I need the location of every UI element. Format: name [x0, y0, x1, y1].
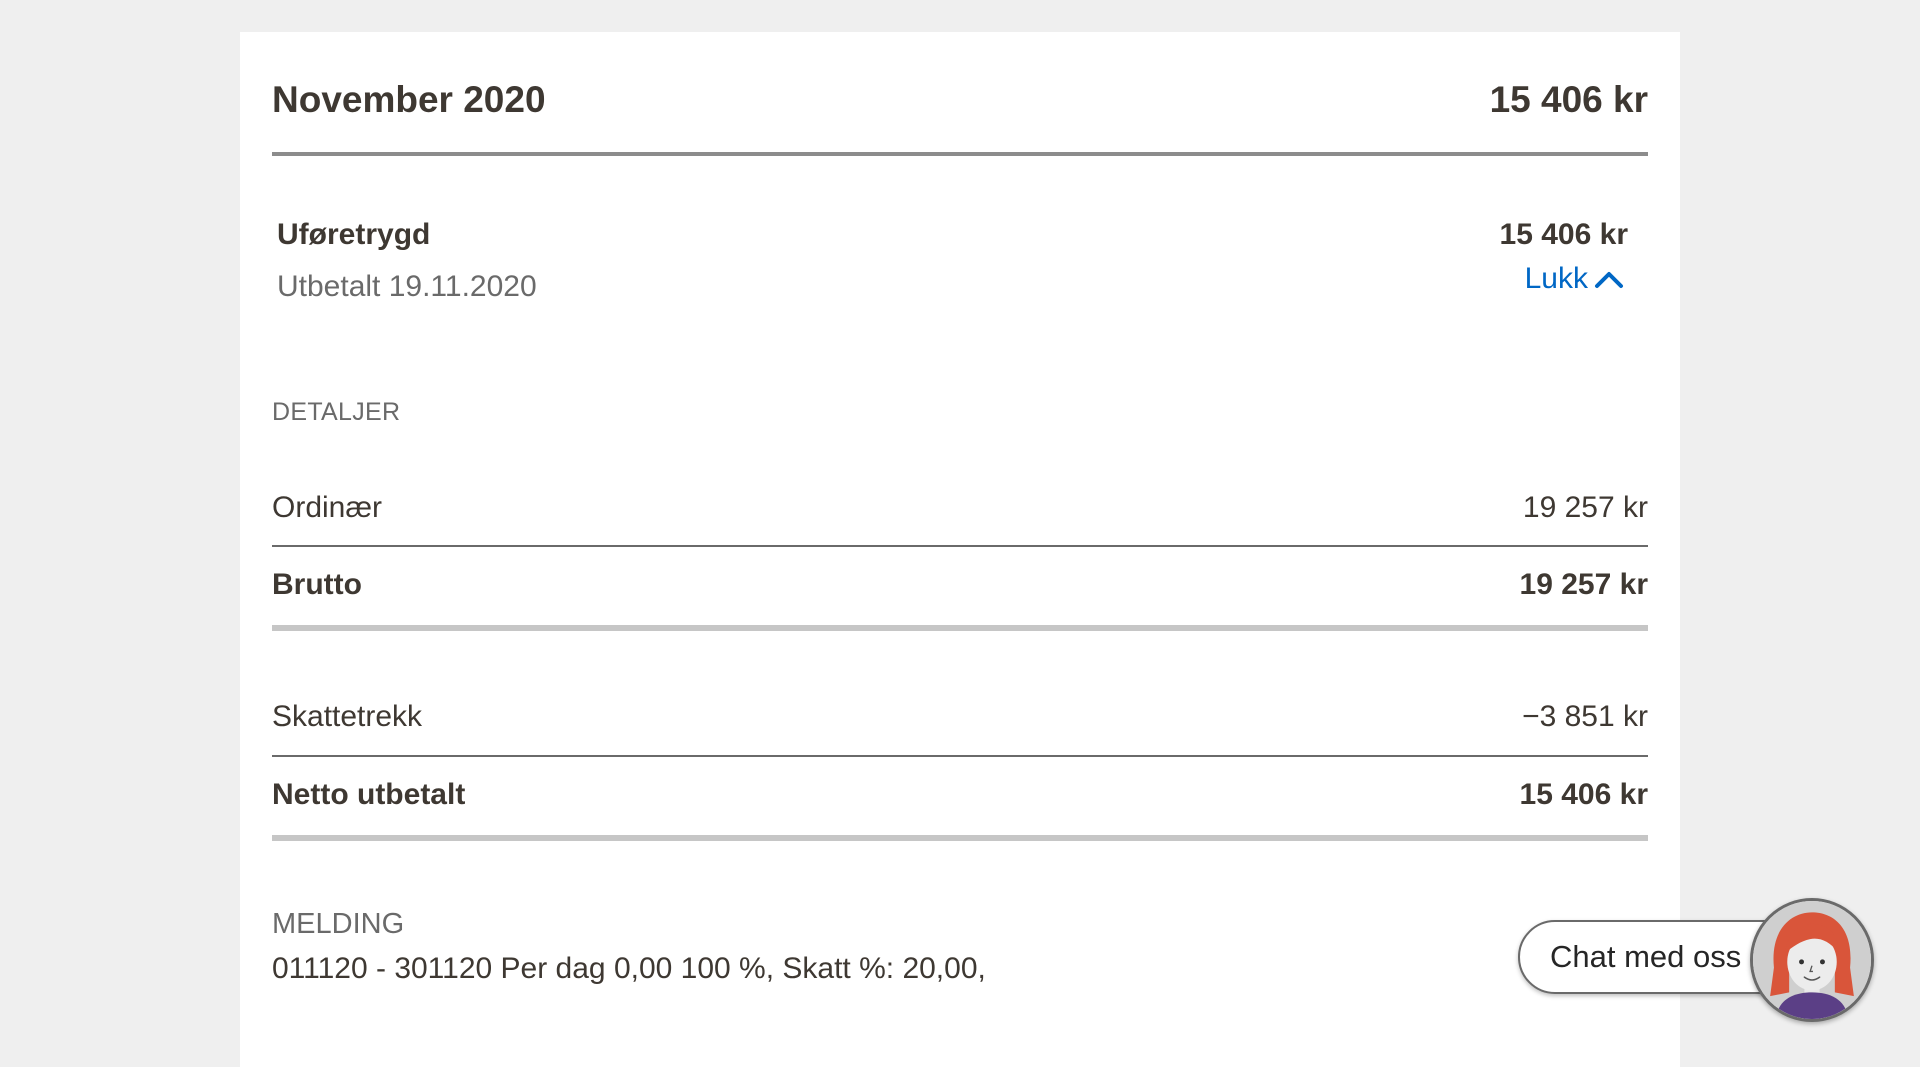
- payment-amount: 15 406 kr: [1499, 218, 1628, 251]
- net-value: 15 406 kr: [1519, 778, 1648, 811]
- deduction-value: −3 851 kr: [1522, 700, 1648, 733]
- detail-row-label: Ordinær: [272, 491, 383, 524]
- gross-row: Brutto 19 257 kr: [272, 560, 1648, 610]
- gross-divider: [272, 625, 1648, 631]
- message-text: 011120 - 301120 Per dag 0,00 100 %, Skat…: [272, 952, 986, 985]
- deduction-label: Skattetrekk: [272, 700, 423, 733]
- payment-name: Uføretrygd: [277, 218, 431, 251]
- collapse-details-button[interactable]: Lukk: [1525, 262, 1624, 296]
- details-label: DETALJER: [272, 398, 401, 426]
- chat-label: Chat med oss: [1550, 939, 1742, 974]
- gross-value: 19 257 kr: [1519, 568, 1648, 601]
- payment-date: Utbetalt 19.11.2020: [277, 270, 537, 303]
- month-title: November 2020: [272, 79, 546, 120]
- chat-avatar-icon[interactable]: [1750, 898, 1874, 1022]
- collapse-label: Lukk: [1524, 262, 1588, 295]
- net-row: Netto utbetalt 15 406 kr: [272, 770, 1648, 820]
- payment-summary: Uføretrygd Utbetalt 19.11.2020 15 406 kr…: [277, 218, 1628, 328]
- chevron-up-icon: [1595, 272, 1623, 288]
- detail-row-ordinaer: Ordinær 19 257 kr: [272, 483, 1648, 533]
- net-label: Netto utbetalt: [272, 778, 466, 811]
- month-header: November 2020 15 406 kr: [272, 70, 1648, 130]
- deduction-row-skattetrekk: Skattetrekk −3 851 kr: [272, 692, 1648, 742]
- chat-widget[interactable]: Chat med oss: [1518, 898, 1875, 1022]
- deduction-divider: [272, 755, 1648, 757]
- month-divider: [272, 152, 1648, 156]
- detail-row-value: 19 257 kr: [1522, 491, 1648, 524]
- month-total: 15 406 kr: [1489, 79, 1648, 120]
- message-label: MELDING: [272, 908, 405, 940]
- payment-card: November 2020 15 406 kr Uføretrygd Utbet…: [240, 32, 1680, 1067]
- gross-label: Brutto: [272, 568, 362, 601]
- net-divider: [272, 835, 1648, 841]
- detail-divider: [272, 545, 1648, 547]
